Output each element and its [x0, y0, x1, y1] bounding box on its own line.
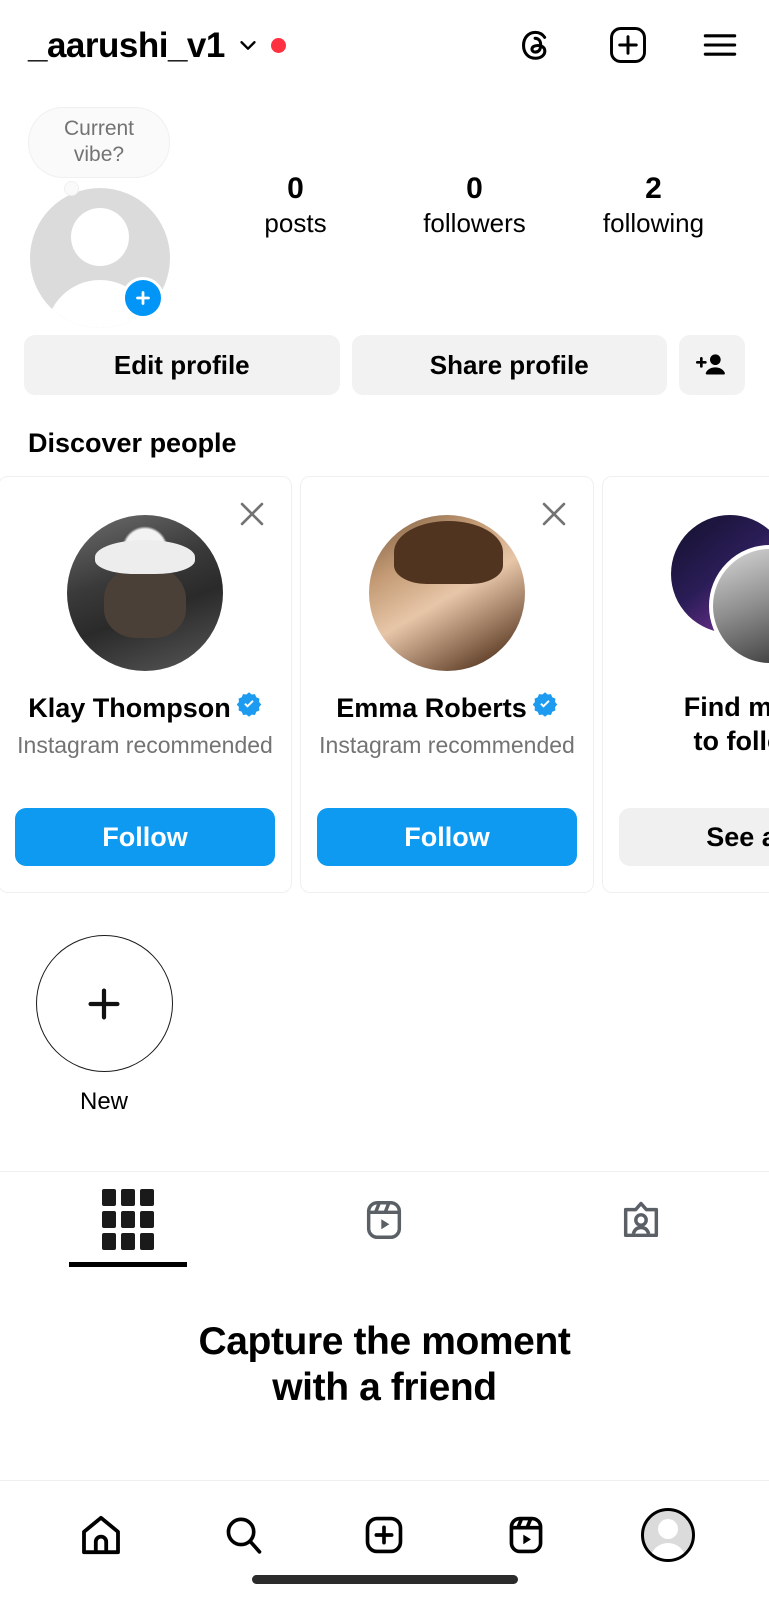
suggested-user-name-row: Emma Roberts	[336, 691, 558, 724]
suggested-user-subtitle: Instagram recommended	[17, 732, 273, 759]
grid-icon	[102, 1189, 155, 1250]
reels-icon	[367, 1200, 402, 1239]
nav-create[interactable]	[349, 1503, 419, 1567]
stat-followers-label: followers	[423, 207, 526, 238]
threads-icon[interactable]	[513, 22, 559, 68]
story-highlights: New	[0, 901, 769, 1171]
find-more-card[interactable]: Find more to follow See all	[602, 476, 769, 893]
stat-following-label: following	[602, 207, 705, 238]
profile-summary: Current vibe? 0 posts 0 followers 2 foll…	[0, 90, 769, 328]
profile-avatar-icon[interactable]	[641, 1508, 696, 1562]
find-more-title: Find more to follow	[683, 692, 769, 756]
username-switcher[interactable]: _aarushi_v1	[28, 28, 286, 63]
edit-profile-button[interactable]: Edit profile	[24, 335, 340, 395]
suggested-user-card[interactable]: Emma Roberts Instagram recommended Follo…	[300, 476, 594, 893]
header-actions	[513, 22, 743, 68]
suggested-user-name: Emma Roberts	[336, 692, 527, 723]
close-icon[interactable]	[537, 497, 571, 531]
new-highlight[interactable]: New	[24, 935, 184, 1116]
nav-home[interactable]	[66, 1503, 136, 1567]
app-header: _aarushi_v1	[0, 0, 769, 90]
profile-username[interactable]: _aarushi_v1	[28, 28, 225, 63]
suggested-user-avatar[interactable]	[67, 515, 223, 671]
notification-dot	[270, 37, 286, 53]
empty-state-title-line1: Capture the moment	[198, 1320, 571, 1363]
new-highlight-label: New	[79, 1088, 128, 1115]
avatar-block: Current vibe?	[26, 100, 206, 328]
suggested-user-avatar[interactable]	[369, 515, 525, 671]
close-icon[interactable]	[235, 497, 269, 531]
suggested-user-name: Klay Thompson	[28, 692, 231, 723]
stat-followers[interactable]: 0 followers	[385, 172, 564, 240]
home-icon	[81, 1515, 120, 1555]
verified-badge-icon	[532, 691, 558, 724]
see-all-button[interactable]: See all	[619, 808, 769, 866]
verified-badge-icon	[236, 691, 262, 724]
plus-icon[interactable]	[35, 935, 173, 1072]
note-bubble-tail	[65, 182, 78, 195]
profile-stats: 0 posts 0 followers 2 following	[206, 100, 743, 240]
tagged-icon	[623, 1201, 658, 1237]
discover-people-carousel[interactable]: Klay Thompson Instagram recommended Foll…	[0, 476, 769, 901]
stat-following[interactable]: 2 following	[564, 172, 743, 240]
avatar-head	[71, 208, 129, 266]
menu-icon[interactable]	[697, 22, 743, 68]
note-bubble[interactable]: Current vibe?	[29, 108, 169, 177]
find-more-avatars	[671, 515, 769, 671]
instagram-profile-screen: _aarushi_v1 Current vibe? 0 posts 0 foll…	[0, 0, 769, 1600]
nav-reels[interactable]	[491, 1503, 561, 1567]
chevron-down-icon[interactable]	[237, 34, 259, 56]
discover-people-title: Discover people	[28, 427, 237, 458]
nav-search[interactable]	[208, 1503, 278, 1567]
tab-active-underline	[69, 1262, 188, 1267]
follow-button[interactable]: Follow	[317, 808, 577, 866]
tab-reels[interactable]	[256, 1172, 512, 1267]
content-tabs	[0, 1171, 769, 1267]
suggested-user-name-row: Klay Thompson	[28, 691, 262, 724]
home-indicator	[251, 1575, 518, 1584]
nav-profile[interactable]	[633, 1503, 703, 1567]
new-post-icon[interactable]	[605, 22, 651, 68]
share-profile-button[interactable]: Share profile	[351, 335, 667, 395]
add-story-button[interactable]	[122, 277, 164, 319]
tab-grid[interactable]	[0, 1172, 256, 1267]
tab-tagged[interactable]	[513, 1172, 769, 1267]
stat-posts-value: 0	[287, 172, 304, 205]
empty-state-title-line2: with a friend	[272, 1366, 497, 1410]
stat-posts-label: posts	[264, 207, 327, 238]
stat-posts[interactable]: 0 posts	[206, 172, 385, 240]
stat-followers-value: 0	[466, 172, 483, 205]
search-icon	[226, 1517, 261, 1554]
note-bubble-text: Current vibe?	[63, 117, 135, 167]
plus-box-icon	[366, 1516, 403, 1554]
stat-following-value: 2	[645, 172, 662, 205]
suggested-user-card[interactable]: Klay Thompson Instagram recommended Foll…	[0, 476, 292, 893]
profile-action-buttons: Edit profile Share profile	[0, 320, 769, 410]
follow-button[interactable]: Follow	[15, 808, 275, 866]
discover-people-button[interactable]	[679, 335, 745, 395]
empty-state: Capture the moment with a friend	[0, 1267, 769, 1480]
reels-icon	[509, 1516, 543, 1554]
suggested-user-subtitle: Instagram recommended	[319, 732, 575, 759]
